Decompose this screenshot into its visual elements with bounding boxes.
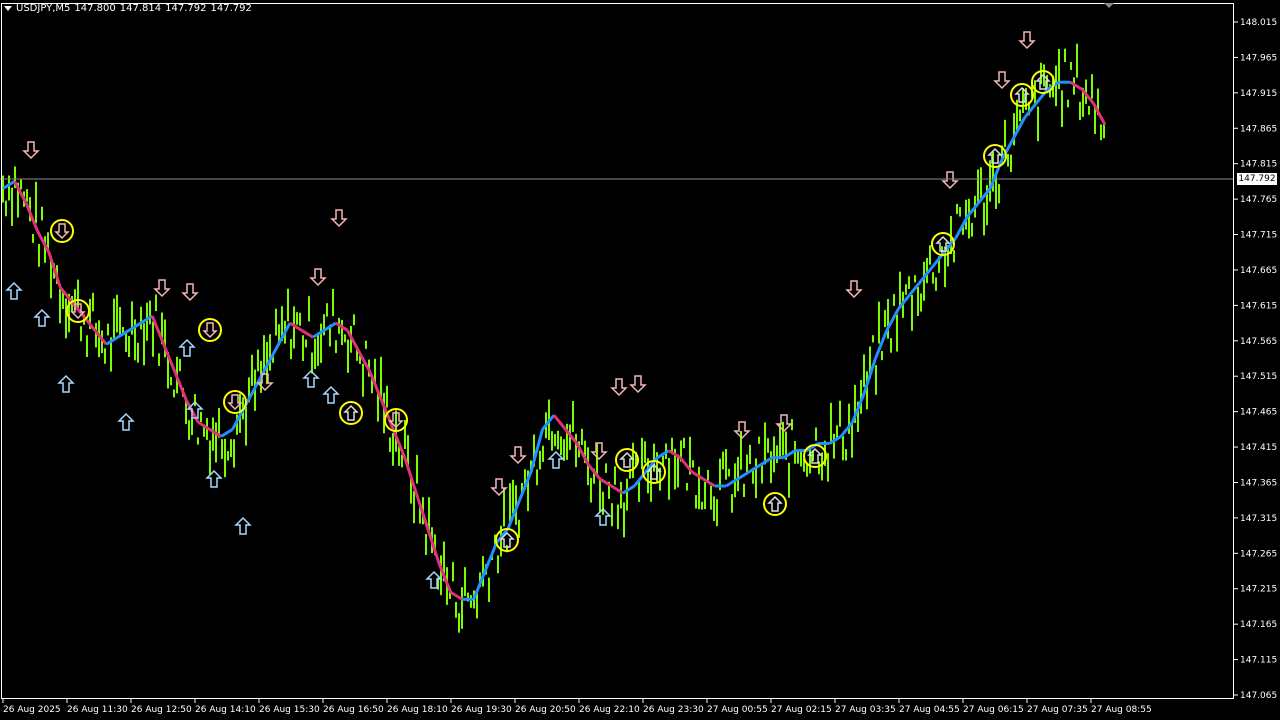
close-price: 147.792 bbox=[210, 3, 252, 14]
price-tick-label: 147.865 bbox=[1240, 124, 1277, 134]
low-price: 147.792 bbox=[165, 3, 207, 14]
time-tick-label: 27 Aug 07:35 bbox=[1027, 705, 1088, 715]
price-tick-label: 147.715 bbox=[1240, 231, 1277, 241]
price-tick-label: 147.115 bbox=[1240, 656, 1277, 666]
time-tick-label: 26 Aug 11:30 bbox=[67, 705, 128, 715]
time-tick-label: 27 Aug 04:55 bbox=[899, 705, 960, 715]
time-tick-label: 26 Aug 22:10 bbox=[579, 705, 640, 715]
price-tick-label: 147.765 bbox=[1240, 195, 1277, 205]
price-tick-label: 147.665 bbox=[1240, 266, 1277, 276]
price-tick-label: 147.165 bbox=[1240, 620, 1277, 630]
time-tick-label: 27 Aug 00:55 bbox=[707, 705, 768, 715]
current-price-label: 147.792 bbox=[1237, 173, 1277, 185]
price-tick-label: 147.365 bbox=[1240, 478, 1277, 488]
price-tick-label: 147.415 bbox=[1240, 443, 1277, 453]
time-tick-label: 26 Aug 23:30 bbox=[643, 705, 704, 715]
time-tick-label: 26 Aug 16:50 bbox=[323, 705, 384, 715]
time-tick-label: 27 Aug 02:15 bbox=[771, 705, 832, 715]
price-tick-label: 147.815 bbox=[1240, 160, 1277, 170]
price-tick-label: 147.215 bbox=[1240, 585, 1277, 595]
time-tick-label: 26 Aug 20:50 bbox=[515, 705, 576, 715]
time-tick-label: 27 Aug 08:55 bbox=[1091, 705, 1152, 715]
price-tick-label: 147.615 bbox=[1240, 301, 1277, 311]
symbol-label: USDJPY,M5 bbox=[16, 3, 71, 14]
price-tick-label: 148.015 bbox=[1240, 18, 1277, 28]
price-tick-label: 147.465 bbox=[1240, 408, 1277, 418]
price-chart[interactable]: 148.015 147.965 147.915 147.865 147.815 147.7… bbox=[0, 0, 1280, 720]
open-price: 147.800 bbox=[74, 3, 116, 14]
price-tick-label: 147.965 bbox=[1240, 53, 1277, 63]
high-price: 147.814 bbox=[119, 3, 162, 14]
price-tick-label: 147.315 bbox=[1240, 514, 1277, 524]
time-tick-label: 26 Aug 19:30 bbox=[451, 705, 512, 715]
dropdown-triangle-icon[interactable] bbox=[4, 6, 12, 11]
time-tick-label: 26 Aug 18:10 bbox=[387, 705, 448, 715]
time-tick-label: 26 Aug 2025 bbox=[3, 705, 61, 715]
time-tick-label: 26 Aug 12:50 bbox=[131, 705, 192, 715]
chart-header: USDJPY,M5 147.800 147.814 147.792 147.79… bbox=[4, 3, 252, 14]
time-tick-label: 27 Aug 03:35 bbox=[835, 705, 896, 715]
price-tick-label: 147.915 bbox=[1240, 89, 1277, 99]
price-tick-label: 147.065 bbox=[1240, 691, 1277, 701]
price-tick-label: 147.515 bbox=[1240, 372, 1277, 382]
time-tick-label: 26 Aug 15:30 bbox=[259, 705, 320, 715]
price-tick-label: 147.265 bbox=[1240, 549, 1277, 559]
time-tick-label: 27 Aug 06:15 bbox=[963, 705, 1024, 715]
time-tick-label: 26 Aug 14:10 bbox=[195, 705, 256, 715]
price-tick-label: 147.565 bbox=[1240, 337, 1277, 347]
